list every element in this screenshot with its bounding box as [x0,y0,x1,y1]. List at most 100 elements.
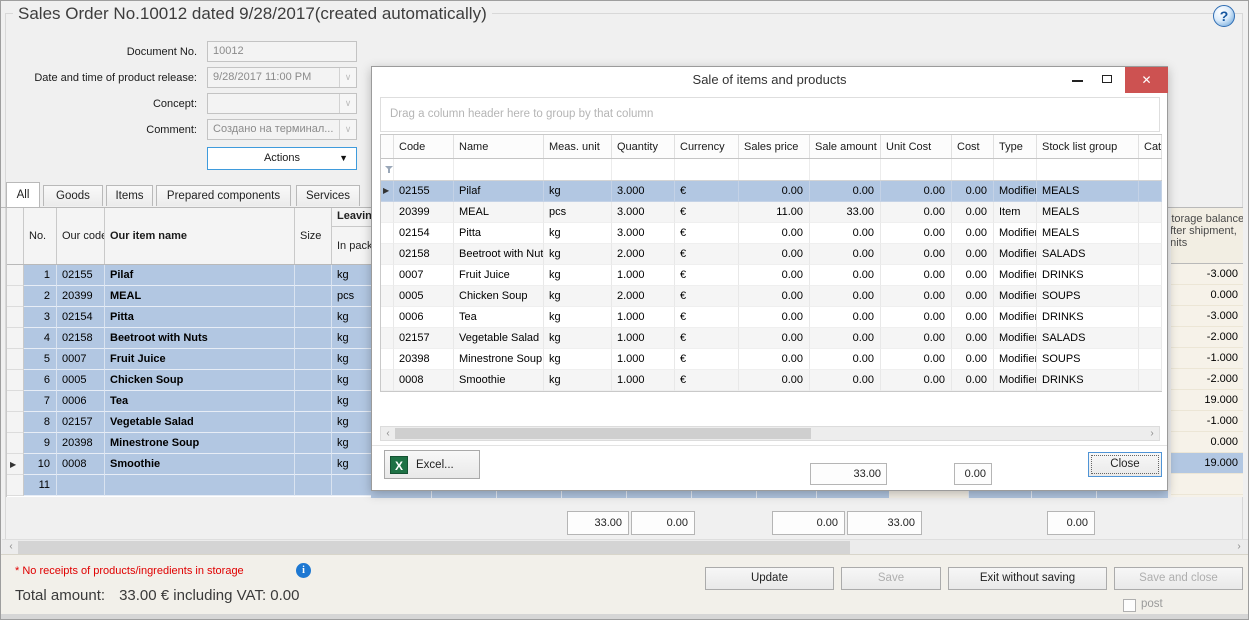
column-header-in-packages[interactable]: In packages [332,227,371,264]
maximize-icon[interactable] [1102,75,1112,83]
chevron-down-icon[interactable]: ∨ [339,120,356,139]
filter-cell[interactable] [612,159,675,180]
filter-cell[interactable] [994,159,1037,180]
table-row[interactable]: 60005Chicken Soupkg [7,370,371,391]
table-row[interactable]: 20399MEALpcs3.000€11.0033.000.000.00Item… [381,202,1161,223]
scrollbar-thumb[interactable] [395,428,811,439]
cell-storage-balance: 19.000 [1171,390,1243,411]
column-header-leaving[interactable]: Leaving [332,207,371,227]
group-by-panel[interactable]: Drag a column header here to group by th… [380,97,1160,132]
release-datetime-field[interactable]: 9/28/2017 11:00 PM∨ [207,67,357,88]
tab-all[interactable]: All [6,182,40,207]
dialog-horizontal-scrollbar[interactable]: ‹ › [380,426,1160,441]
close-button[interactable]: Close [1088,452,1162,477]
column-header-size[interactable]: Size [295,207,332,264]
filter-cell[interactable] [739,159,810,180]
scroll-left-icon[interactable]: ‹ [4,540,18,554]
cell-storage-balance: -3.000 [1171,264,1243,285]
tab-goods[interactable]: Goods [43,185,103,206]
table-row[interactable]: 0008Smoothiekg1.000€0.000.000.000.00Modi… [381,370,1161,391]
filter-cell[interactable] [394,159,454,180]
actions-button[interactable]: Actions▼ [207,147,357,170]
tab-services[interactable]: Services [296,185,360,206]
document-no-value: 10012 [213,45,244,57]
table-row[interactable]: 302154Pittakg [7,307,371,328]
table-row[interactable]: 920398Minestrone Soupkg [7,433,371,454]
table-row[interactable]: ▶02155Pilafkg3.000€0.000.000.000.00Modif… [381,181,1161,202]
main-horizontal-scrollbar[interactable]: ‹ › [2,539,1248,555]
footer-total-box: 0.00 [1047,511,1095,535]
comment-field[interactable]: Создано на терминал...∨ [207,119,357,140]
column-header-our-code[interactable]: Our code [57,207,105,264]
close-icon[interactable]: ✕ [1125,67,1168,93]
column-header-category[interactable]: Category [1139,135,1162,158]
update-button[interactable]: Update [705,567,834,590]
chevron-down-icon[interactable]: ∨ [339,68,356,87]
exit-without-saving-button[interactable]: Exit without saving [948,567,1107,590]
tab-prepared-components[interactable]: Prepared components [156,185,291,206]
column-header-stock-list-group[interactable]: Stock list group [1037,135,1139,158]
column-header-storage-balance[interactable]: Storage balance after shipment, units [1171,207,1243,264]
column-header-name[interactable]: Name [454,135,544,158]
filter-cell[interactable] [544,159,612,180]
filter-cell[interactable] [1037,159,1139,180]
column-header-meas-unit[interactable]: Meas. unit [544,135,612,158]
cell-sale-amount: 0.00 [810,349,881,370]
scroll-right-icon[interactable]: › [1232,540,1246,554]
row-indicator [381,223,394,244]
table-row[interactable]: 02157Vegetable Saladkg1.000€0.000.000.00… [381,328,1161,349]
cell-currency: € [675,223,739,244]
cell-category [1139,286,1162,307]
filter-cell[interactable] [881,159,952,180]
table-row[interactable]: 0005Chicken Soupkg2.000€0.000.000.000.00… [381,286,1161,307]
column-header-our-item-name[interactable]: Our item name [105,207,295,264]
help-icon[interactable]: ? [1213,5,1235,27]
column-header-code[interactable]: Code [394,135,454,158]
filter-cell[interactable] [675,159,739,180]
cell-size [295,349,332,370]
column-header-cost[interactable]: Cost [952,135,994,158]
excel-icon: X [390,456,408,474]
tab-items[interactable]: Items [106,185,153,206]
dialog-title[interactable]: Sale of items and products [372,67,1167,94]
column-header-sales-price[interactable]: Sales price [739,135,810,158]
filter-cell[interactable] [810,159,881,180]
column-header-no[interactable]: No. [24,207,57,264]
scrollbar-thumb[interactable] [18,541,850,554]
filter-row[interactable] [381,159,1161,181]
table-row[interactable]: 70006Teakg [7,391,371,412]
chevron-down-icon[interactable]: ∨ [339,94,356,113]
cell-unit: pcs [332,286,371,307]
concept-field[interactable]: ∨ [207,93,357,114]
info-icon[interactable]: i [296,563,311,578]
cell-our-code: 02154 [57,307,105,328]
table-row[interactable]: 0007Fruit Juicekg1.000€0.000.000.000.00M… [381,265,1161,286]
column-header-unit-cost[interactable]: Unit Cost [881,135,952,158]
column-header-currency[interactable]: Currency [675,135,739,158]
column-header-quantity[interactable]: Quantity [612,135,675,158]
table-row[interactable]: 0006Teakg1.000€0.000.000.000.00ModifierD… [381,307,1161,328]
scroll-right-icon[interactable]: › [1145,427,1159,441]
column-header-type[interactable]: Type [994,135,1037,158]
filter-cell[interactable] [1139,159,1162,180]
table-row[interactable]: 220399MEALpcs [7,286,371,307]
table-row[interactable]: 402158Beetroot with Nutskg [7,328,371,349]
minimize-icon[interactable] [1072,80,1083,82]
cell-no: 1 [24,265,57,286]
scroll-left-icon[interactable]: ‹ [381,427,395,441]
table-row[interactable]: ▶100008Smoothiekg [7,454,371,475]
table-row[interactable]: 50007Fruit Juicekg [7,349,371,370]
excel-export-button[interactable]: X Excel... [384,450,480,479]
table-row[interactable]: 20398Minestrone Soupkg1.000€0.000.000.00… [381,349,1161,370]
table-row[interactable]: 02158Beetroot with Nutskg2.000€0.000.000… [381,244,1161,265]
document-no-field[interactable]: 10012 [207,41,357,62]
post-checkbox[interactable] [1123,599,1136,612]
filter-cell[interactable] [952,159,994,180]
table-row[interactable]: 11 [7,475,371,496]
filter-row-icon-cell[interactable] [381,159,394,180]
table-row[interactable]: 102155Pilafkg [7,265,371,286]
column-header-sale-amount[interactable]: Sale amount [810,135,881,158]
table-row[interactable]: 802157Vegetable Saladkg [7,412,371,433]
filter-cell[interactable] [454,159,544,180]
table-row[interactable]: 02154Pittakg3.000€0.000.000.000.00Modifi… [381,223,1161,244]
